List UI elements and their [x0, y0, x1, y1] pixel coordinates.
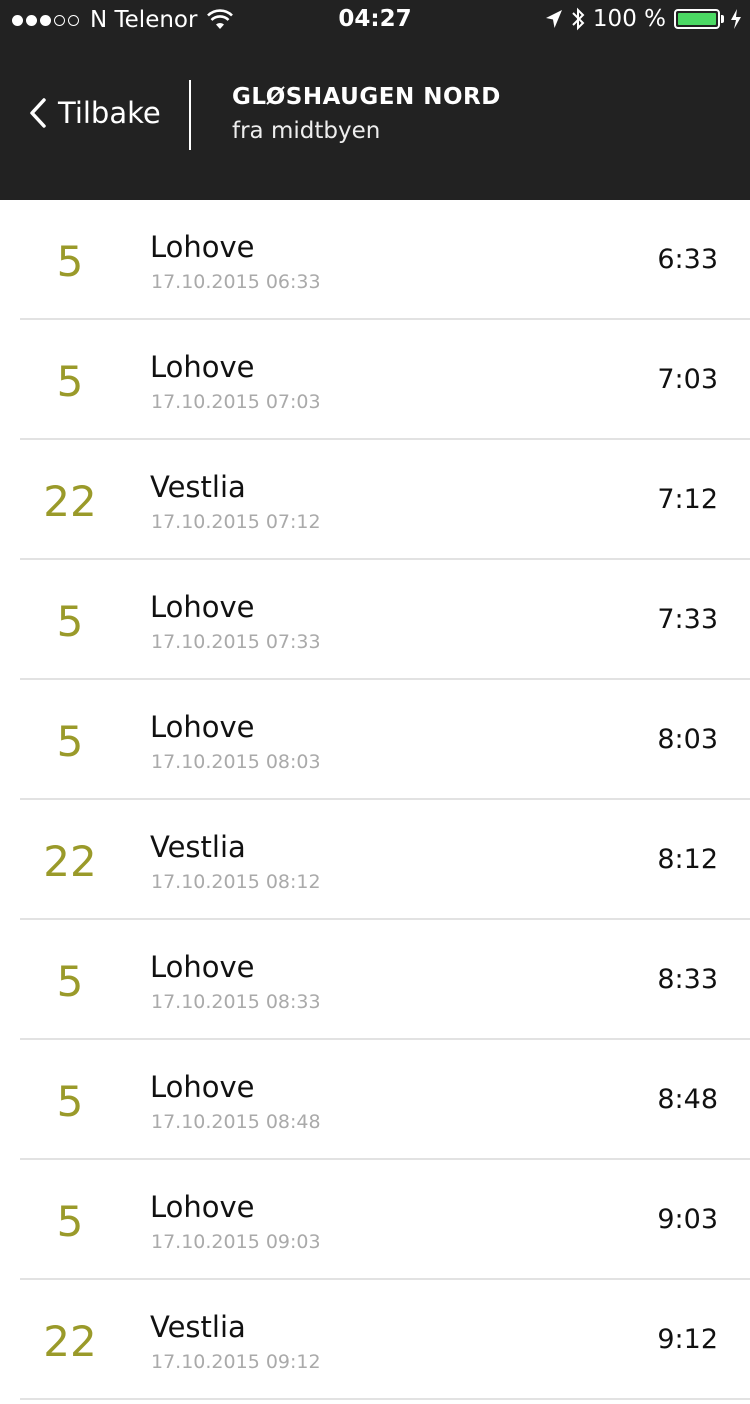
direction-subtitle: fra midtbyen	[232, 118, 381, 144]
route-number: 5	[56, 1077, 84, 1126]
departure-list: 5 Lohove 17.10.2015 06:33 6:33 5 Lohove …	[0, 200, 750, 1400]
destination: Vestlia	[150, 830, 246, 864]
departure-date: 17.10.2015 08:12	[151, 871, 321, 893]
status-bar: N Telenor 04:27 100 %	[0, 0, 750, 40]
departure-time: 7:33	[657, 604, 718, 635]
route-number: 5	[56, 357, 84, 406]
back-button[interactable]: Tilbake	[28, 96, 161, 130]
bluetooth-icon	[572, 7, 585, 31]
destination: Vestlia	[150, 470, 246, 504]
route-number: 22	[43, 477, 97, 526]
departure-row[interactable]: 22 Vestlia 17.10.2015 08:12 8:12	[0, 800, 750, 920]
charging-bolt-icon	[731, 9, 741, 29]
departure-date: 17.10.2015 08:33	[151, 991, 321, 1013]
departure-date: 17.10.2015 06:33	[151, 271, 321, 293]
departure-row[interactable]: 5 Lohove 17.10.2015 09:03 9:03	[0, 1160, 750, 1280]
nav-divider	[189, 80, 191, 150]
destination: Lohove	[150, 1070, 255, 1104]
destination: Lohove	[150, 590, 255, 624]
destination: Lohove	[150, 1190, 255, 1224]
departure-row[interactable]: 5 Lohove 17.10.2015 07:33 7:33	[0, 560, 750, 680]
route-number: 5	[56, 957, 84, 1006]
route-number: 5	[56, 237, 84, 286]
location-arrow-icon	[545, 10, 562, 28]
destination: Lohove	[150, 350, 255, 384]
departure-row[interactable]: 5 Lohove 17.10.2015 08:33 8:33	[0, 920, 750, 1040]
chevron-left-icon	[30, 98, 46, 128]
departure-date: 17.10.2015 07:12	[151, 511, 321, 533]
departure-time: 6:33	[657, 244, 718, 275]
navigation-bar: Tilbake GLØSHAUGEN NORD fra midtbyen	[0, 40, 750, 200]
destination: Lohove	[150, 950, 255, 984]
stop-name: GLØSHAUGEN NORD	[232, 84, 501, 110]
battery-percent: 100 %	[592, 6, 666, 32]
battery-level	[678, 13, 716, 25]
departure-time: 9:12	[657, 1324, 718, 1355]
status-right: 100 %	[545, 6, 742, 32]
departure-time: 8:12	[657, 844, 718, 875]
destination: Lohove	[150, 230, 255, 264]
destination: Vestlia	[150, 1310, 246, 1344]
departure-date: 17.10.2015 08:03	[151, 751, 321, 773]
departure-date: 17.10.2015 08:48	[151, 1111, 321, 1133]
departure-time: 9:03	[657, 1204, 718, 1235]
destination: Lohove	[150, 710, 255, 744]
departure-row[interactable]: 22 Vestlia 17.10.2015 07:12 7:12	[0, 440, 750, 560]
departure-row[interactable]: 5 Lohove 17.10.2015 07:03 7:03	[0, 320, 750, 440]
departure-time: 7:03	[657, 364, 718, 395]
route-number: 5	[56, 717, 84, 766]
battery-icon	[674, 9, 720, 29]
departure-time: 7:12	[657, 484, 718, 515]
departure-time: 8:48	[657, 1084, 718, 1115]
back-label: Tilbake	[58, 96, 161, 130]
route-number: 22	[43, 837, 97, 886]
departure-row[interactable]: 22 Vestlia 17.10.2015 09:12 9:12	[0, 1280, 750, 1400]
route-number: 5	[56, 1197, 84, 1246]
route-number: 5	[56, 597, 84, 646]
departure-date: 17.10.2015 09:12	[151, 1351, 321, 1373]
departure-date: 17.10.2015 09:03	[151, 1231, 321, 1253]
nav-titles: GLØSHAUGEN NORD fra midtbyen	[232, 84, 501, 144]
departure-date: 17.10.2015 07:03	[151, 391, 321, 413]
departure-time: 8:03	[657, 724, 718, 755]
route-number: 22	[43, 1317, 97, 1366]
departure-row[interactable]: 5 Lohove 17.10.2015 06:33 6:33	[0, 200, 750, 320]
departure-time: 8:33	[657, 964, 718, 995]
departure-row[interactable]: 5 Lohove 17.10.2015 08:48 8:48	[0, 1040, 750, 1160]
battery-tip	[721, 15, 724, 23]
departure-date: 17.10.2015 07:33	[151, 631, 321, 653]
departure-row[interactable]: 5 Lohove 17.10.2015 08:03 8:03	[0, 680, 750, 800]
